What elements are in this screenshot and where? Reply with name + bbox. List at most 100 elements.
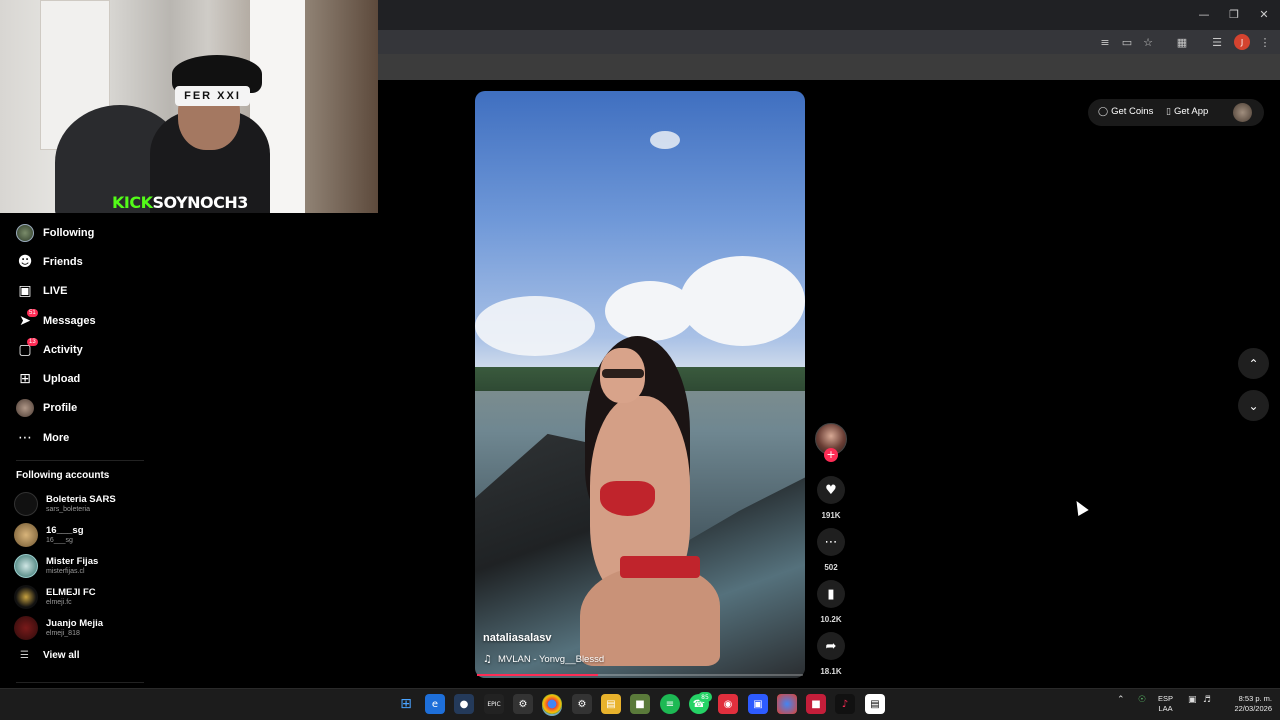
list-item[interactable]: Mister Fijas misterfijas.cl [14,552,154,580]
bookmark-icon: ▮ [827,586,835,602]
save-count: 10.2K [820,615,842,624]
kick-logo-text: KICK [112,193,153,212]
previous-video-button[interactable]: ⌃ [1238,348,1269,379]
upload-icon: ⊞ [19,371,31,388]
cloud [475,296,595,356]
microphone-icon[interactable]: ☉ [1138,695,1146,705]
cloud [680,256,805,346]
minimize-icon[interactable]: — [1188,0,1220,28]
view-all-button[interactable]: ☰ View all [20,650,79,661]
list-item[interactable]: ELMEJI FC elmeji.fc [14,583,154,611]
steam-icon[interactable]: ● [454,694,474,714]
minecraft-icon[interactable]: ■ [630,694,650,714]
bookmarks-bar [378,54,1280,80]
video-username[interactable]: nataliasalasv [483,632,552,644]
account-handle: elmeji.fc [46,599,72,606]
subject-swimsuit-bottom [620,556,700,578]
restore-icon[interactable]: ❐ [1218,0,1250,28]
browser-titlebar [378,0,1280,30]
media-icon[interactable]: ☰ [1209,34,1225,50]
get-app-button[interactable]: ▯ Get App [1166,106,1208,117]
language-indicator[interactable]: ESP LAA [1158,694,1173,714]
edge-icon[interactable]: e [425,694,445,714]
like-button[interactable]: ♥ [817,476,845,504]
heart-icon: ♥ [825,482,837,498]
subject-swimsuit-top [600,481,655,516]
comment-button[interactable]: ⋯ [817,528,845,556]
following-avatar-icon [16,223,34,242]
sidebar-item-live[interactable]: ▣ LIVE [8,277,158,306]
network-icon[interactable]: ▣ [1188,695,1197,705]
get-coins-button[interactable]: ◯ Get Coins [1098,106,1153,117]
list-item[interactable]: Juanjo Mejia elmeji_818 [14,614,154,642]
browser-menu-icon[interactable]: ⋮ [1257,34,1273,50]
epic-games-icon[interactable]: EPIC [484,694,504,714]
tray-chevron-icon[interactable]: ⌃ [1117,695,1125,705]
subject-leg [580,566,720,666]
sidebar-divider [16,682,144,683]
sidebar-item-profile[interactable]: Profile [8,394,158,423]
cast-icon[interactable]: ▭ [1119,34,1135,50]
whatsapp-badge: 85 [698,692,712,702]
file-explorer-icon[interactable]: ▤ [601,694,621,714]
avatar [14,492,38,516]
avatar [14,585,38,609]
chevron-up-icon: ⌃ [1248,356,1259,371]
sidebar-item-following[interactable]: Following [8,218,158,247]
chrome-beta-icon[interactable] [777,694,797,714]
sidebar-item-upload[interactable]: ⊞ Upload [8,364,158,393]
app-icon[interactable]: ⚙ [513,694,533,714]
list-item[interactable]: Boleteria SARS sars_boleteria [14,490,154,518]
chevron-down-icon: ⌄ [1248,398,1259,413]
clock-time: 8:53 p. m. [1238,694,1272,703]
spotify-icon[interactable]: ≡ [660,694,680,714]
music-note-icon: ♫ [483,654,492,665]
header-avatar[interactable] [1233,103,1252,122]
sidebar-item-friends[interactable]: ☻ Friends [8,247,158,276]
follow-plus-icon[interactable]: + [824,448,838,462]
avatar [14,523,38,547]
app-red-icon[interactable]: ■ [806,694,826,714]
recorder-icon[interactable]: ◉ [718,694,738,714]
clock[interactable]: 8:53 p. m. 22/03/2026 [1222,694,1272,714]
sidebar-item-more[interactable]: ⋯ More [8,423,158,452]
extensions-icon[interactable]: ▦ [1174,34,1190,50]
video-music[interactable]: ♫ MVLAN - Yonvg__Blessd [483,654,604,665]
close-icon[interactable]: ✕ [1248,0,1280,28]
language-line1: ESP [1158,694,1174,703]
tiktok-icon[interactable]: ♪ [835,694,855,714]
profile-avatar-icon [16,399,34,418]
windows-start-icon[interactable]: ⊞ [396,694,416,714]
chrome-icon[interactable] [542,694,562,714]
share-icon: ➦ [825,638,837,654]
video-progress-bar[interactable] [477,674,803,676]
profile-icon[interactable]: J [1234,34,1250,50]
clock-date: 22/03/2026 [1234,704,1272,713]
save-button[interactable]: ▮ [817,580,845,608]
volume-icon[interactable]: ♬ [1203,695,1211,705]
activity-badge: 13 [27,338,38,347]
webcam-glasses-text: FER XXI [175,86,250,106]
account-name: Juanjo Mejia [46,618,104,629]
account-handle: 16___sg [46,537,73,544]
sidebar-item-label: Profile [43,402,78,415]
capcut-icon[interactable]: ▤ [865,694,885,714]
sidebar-item-messages[interactable]: ➤ 51 Messages [8,306,158,335]
sidebar-item-label: Messages [43,314,96,327]
next-video-button[interactable]: ⌄ [1238,390,1269,421]
app-blue-icon[interactable]: ▣ [748,694,768,714]
sidebar-item-label: Following [43,226,95,239]
account-handle: elmeji_818 [46,630,80,637]
video-player[interactable] [475,91,805,678]
account-name: ELMEJI FC [46,587,96,598]
translate-icon[interactable]: ≡ [1097,34,1113,50]
phone-icon: ▯ [1166,106,1171,117]
list-item[interactable]: 16___sg 16___sg [14,521,154,549]
messages-badge: 51 [27,308,38,317]
coin-icon: ◯ [1098,106,1109,117]
sidebar-item-activity[interactable]: ▢ 13 Activity [8,335,158,364]
share-button[interactable]: ➦ [817,632,845,660]
bookmark-star-icon[interactable]: ☆ [1140,34,1156,50]
channel-name: SOYNOCH3 [152,193,249,212]
settings-icon[interactable]: ⚙ [572,694,592,714]
